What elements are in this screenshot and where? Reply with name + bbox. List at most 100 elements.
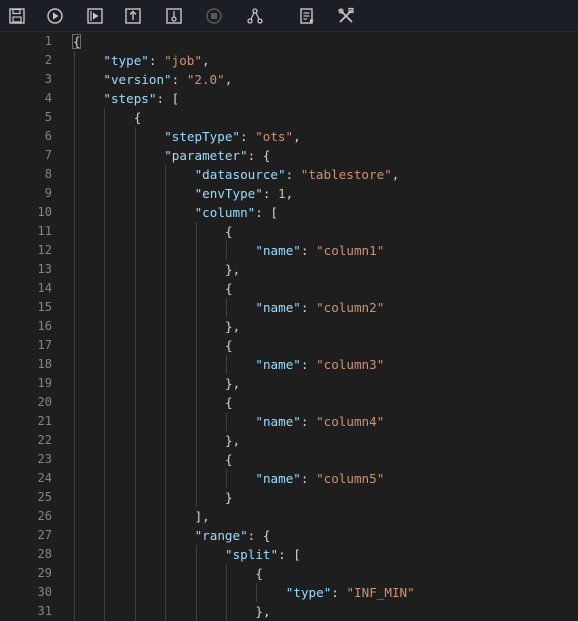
indent-guide: [74, 51, 75, 621]
json-string: "column4": [316, 414, 385, 429]
json-punctuation: {: [225, 224, 233, 239]
json-key: "parameter": [164, 148, 248, 163]
line-number: 17: [37, 338, 52, 352]
json-punctuation: :: [300, 243, 317, 258]
json-punctuation: ,: [201, 53, 210, 68]
code-editor[interactable]: {"type": "job", "version": "2.0", "steps":…: [64, 32, 578, 621]
indent-guide: [226, 412, 227, 431]
code-line: },: [255, 602, 270, 621]
upload-icon[interactable]: [122, 5, 144, 27]
code-line: "datasource": "tablestore",: [195, 165, 400, 184]
line-number: 29: [37, 566, 52, 580]
indent-guide: [226, 469, 227, 488]
schedule-icon[interactable]: [244, 5, 266, 27]
indent-guide: [104, 108, 106, 621]
code-line: "column": [: [195, 203, 278, 222]
line-number: 2: [44, 53, 52, 67]
code-line: },: [225, 431, 240, 450]
json-key: "version": [103, 72, 172, 87]
line-number: 23: [37, 452, 52, 466]
parameters-icon[interactable]: [163, 5, 185, 27]
line-number-gutter: 1 2 3 4 5 6 7 8 9 10 11 12 13 14 15 16 17 18 19 20 21 22 23 24 2…: [0, 32, 64, 619]
format-icon[interactable]: [296, 5, 318, 27]
json-punctuation: {: [133, 110, 142, 125]
json-key: "name": [255, 243, 301, 258]
json-punctuation: : [: [156, 91, 180, 106]
code-line: ],: [195, 507, 210, 526]
json-punctuation: {: [225, 338, 233, 353]
line-number: 12: [37, 243, 52, 257]
code-line: {: [134, 108, 142, 127]
run-selection-icon[interactable]: [84, 5, 106, 27]
json-punctuation: ],: [194, 509, 210, 524]
indent-guide: [256, 583, 258, 602]
code-line: "name": "column5": [255, 469, 384, 488]
json-string: "column3": [316, 357, 385, 372]
json-key: "range": [194, 528, 248, 543]
code-line: "name": "column3": [255, 355, 384, 374]
line-number: 27: [37, 528, 52, 542]
json-key: "steps": [103, 91, 157, 106]
json-punctuation: {: [73, 34, 81, 49]
json-punctuation: },: [225, 433, 241, 448]
line-number: 18: [37, 357, 52, 371]
json-punctuation: :: [300, 414, 317, 429]
line-number: 25: [37, 490, 52, 504]
line-number: 5: [44, 110, 52, 124]
code-line: {: [225, 279, 233, 298]
json-punctuation: }: [225, 490, 233, 505]
json-punctuation: {: [225, 281, 233, 296]
line-number: 3: [44, 72, 52, 86]
json-punctuation: },: [225, 319, 241, 334]
json-key: "stepType": [164, 129, 241, 144]
indent-guide: [165, 165, 167, 621]
json-key: "column": [194, 205, 256, 220]
tools-icon[interactable]: [335, 5, 357, 27]
json-punctuation: {: [255, 566, 263, 581]
json-string: "job": [164, 53, 202, 68]
json-key: "type": [103, 53, 149, 68]
json-punctuation: ,: [224, 72, 233, 87]
json-key: "datasource": [194, 167, 286, 182]
line-number: 11: [37, 224, 52, 238]
json-punctuation: : [: [278, 547, 301, 562]
code-line: "type": "INF_MIN": [286, 583, 415, 602]
json-punctuation: ,: [293, 129, 301, 144]
save-icon[interactable]: [6, 5, 28, 27]
code-line: "envType": 1,: [195, 184, 294, 203]
code-line: },: [225, 374, 240, 393]
json-punctuation: : {: [247, 148, 271, 163]
json-punctuation: },: [255, 604, 271, 619]
json-key: "name": [255, 414, 301, 429]
line-number: 26: [37, 509, 52, 523]
json-punctuation: },: [225, 262, 241, 277]
json-key: "envType": [194, 186, 263, 201]
json-string: "column2": [316, 300, 385, 315]
json-punctuation: :: [240, 129, 256, 144]
line-number: 20: [37, 395, 52, 409]
line-number: 16: [37, 319, 52, 333]
line-number: 9: [44, 186, 52, 200]
line-number: 21: [37, 414, 52, 428]
line-number: 15: [37, 300, 52, 314]
code-line: "version": "2.0",: [103, 70, 232, 89]
code-line: "name": "column1": [255, 241, 384, 260]
indent-guide: [134, 127, 136, 621]
line-number: 10: [37, 205, 52, 219]
json-key: "name": [255, 357, 301, 372]
stop-icon[interactable]: [203, 5, 225, 27]
run-icon[interactable]: [44, 5, 66, 27]
json-punctuation: : {: [247, 528, 271, 543]
code-line: {: [73, 32, 81, 51]
json-string: "INF_MIN": [346, 585, 415, 600]
line-number: 14: [37, 281, 52, 295]
json-string: "tablestore": [300, 167, 392, 182]
json-number: 1: [278, 186, 286, 201]
json-punctuation: :: [171, 72, 187, 87]
json-punctuation: },: [225, 376, 241, 391]
line-number: 1: [44, 34, 52, 48]
indent-guide: [195, 222, 197, 507]
json-punctuation: :: [148, 53, 165, 68]
code-line: {: [225, 450, 233, 469]
line-number: 31: [37, 604, 52, 618]
